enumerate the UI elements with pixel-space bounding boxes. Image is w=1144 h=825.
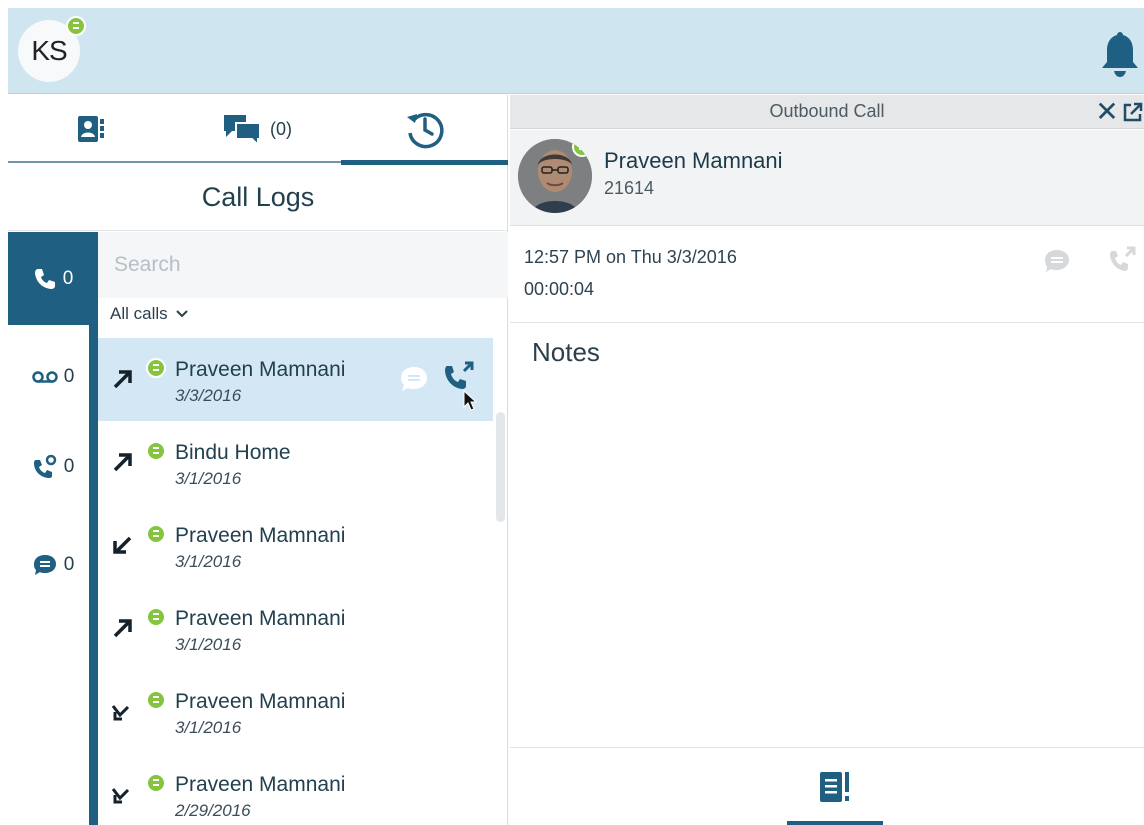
call-detail-panel: Outbound Call ✕ Praveen Mamnani 21614 12… [510, 95, 1144, 825]
incoming-call-arrow-icon [113, 536, 132, 554]
panel-title: Call Logs [8, 165, 508, 231]
call-timestamp: 12:57 PM on Thu 3/3/2016 [524, 247, 737, 267]
popout-icon[interactable] [1122, 101, 1144, 123]
filter-messages-count: 0 [63, 553, 75, 575]
left-panel: (0) Call Logs 0 0 0 0 Search All calls P… [8, 95, 508, 825]
message-icon [33, 554, 56, 575]
call-contact-name: Bindu Home [175, 441, 291, 464]
tab-chat[interactable]: (0) [173, 95, 341, 163]
detail-bottom-tabs [510, 747, 1144, 825]
filter-calls-count: 0 [62, 267, 74, 289]
call-date: 3/1/2016 [175, 635, 242, 654]
call-row[interactable]: Praveen Mamnani 3/1/2016 [98, 587, 493, 670]
call-type-filters: 0 0 0 0 [8, 232, 98, 825]
filter-voicemail-count: 0 [63, 365, 75, 387]
user-initials: KS [31, 35, 67, 66]
chat-bubble-icon[interactable] [398, 364, 430, 394]
top-bar: KS [8, 8, 1144, 94]
presence-available-icon [146, 524, 166, 544]
call-date: 3/1/2016 [175, 552, 242, 571]
presence-available-icon [146, 358, 166, 378]
missed-call-icon [33, 454, 56, 478]
call-date: 3/3/2016 [175, 386, 242, 405]
tab-notes[interactable] [787, 748, 883, 825]
callback-icon[interactable] [1108, 245, 1138, 277]
contact-card: Praveen Mamnani 21614 [510, 130, 1144, 226]
main-tabs: (0) [8, 95, 508, 165]
call-date: 3/1/2016 [175, 469, 242, 488]
call-row[interactable]: Praveen Mamnani 3/1/2016 [98, 504, 493, 587]
call-date: 2/29/2016 [175, 801, 251, 820]
user-avatar[interactable]: KS [18, 16, 86, 82]
call-date: 3/1/2016 [175, 718, 242, 737]
notes-icon [820, 772, 849, 802]
bell-icon[interactable] [1100, 30, 1140, 78]
outgoing-call-arrow-icon [113, 370, 132, 389]
filter-missed[interactable]: 0 [8, 420, 98, 513]
search-input[interactable] [98, 232, 508, 298]
tab-contacts[interactable] [8, 95, 173, 163]
chevron-down-icon [175, 310, 188, 318]
call-row[interactable]: Praveen Mamnani 3/1/2016 [98, 670, 493, 753]
phone-icon [34, 268, 55, 289]
contact-name: Praveen Mamnani [604, 148, 783, 173]
voicemail-icon [31, 370, 58, 383]
call-filter-dropdown[interactable]: All calls [110, 304, 188, 324]
filter-missed-count: 0 [63, 455, 75, 477]
presence-available-icon [66, 16, 86, 36]
filter-messages[interactable]: 0 [8, 518, 98, 611]
outgoing-call-arrow-icon [113, 453, 132, 472]
call-contact-name: Praveen Mamnani [175, 524, 346, 547]
filter-voicemail[interactable]: 0 [8, 330, 98, 423]
contacts-icon [77, 116, 104, 142]
call-contact-name: Praveen Mamnani [175, 358, 346, 381]
presence-available-icon [146, 690, 166, 710]
tab-history[interactable] [341, 95, 508, 165]
call-filter-label: All calls [110, 304, 168, 323]
chat-count: (0) [270, 118, 292, 139]
call-duration: 00:00:04 [524, 279, 595, 299]
contact-extension: 21614 [604, 178, 655, 198]
close-icon[interactable]: ✕ [1094, 98, 1120, 126]
history-icon [406, 112, 444, 149]
call-meta: 12:57 PM on Thu 3/3/2016 00:00:04 [510, 227, 1144, 323]
call-row[interactable]: Bindu Home 3/1/2016 [98, 421, 493, 504]
chat-icon [224, 115, 261, 145]
missed-call-arrow-icon [111, 705, 130, 721]
presence-available-icon [146, 773, 166, 793]
notes-label: Notes [532, 337, 600, 367]
presence-available-icon [572, 139, 592, 157]
call-contact-name: Praveen Mamnani [175, 607, 346, 630]
call-row[interactable]: Praveen Mamnani 3/3/2016 [98, 338, 493, 421]
mouse-cursor-icon [463, 390, 477, 411]
list-scrollbar[interactable] [496, 412, 505, 522]
contact-photo[interactable] [518, 139, 592, 213]
presence-available-icon [146, 607, 166, 627]
call-contact-name: Praveen Mamnani [175, 690, 346, 713]
presence-available-icon [146, 441, 166, 461]
chat-bubble-icon[interactable] [1042, 247, 1072, 275]
filter-calls[interactable]: 0 [8, 232, 98, 325]
call-detail-title: Outbound Call [769, 101, 885, 121]
missed-call-arrow-icon [111, 788, 130, 804]
call-log-list: All calls Praveen Mamnani 3/3/2016 [98, 232, 508, 825]
call-row[interactable]: Praveen Mamnani 2/29/2016 [98, 753, 493, 825]
call-detail-header: Outbound Call ✕ [510, 95, 1144, 129]
call-contact-name: Praveen Mamnani [175, 773, 346, 796]
outgoing-call-arrow-icon [113, 619, 132, 638]
